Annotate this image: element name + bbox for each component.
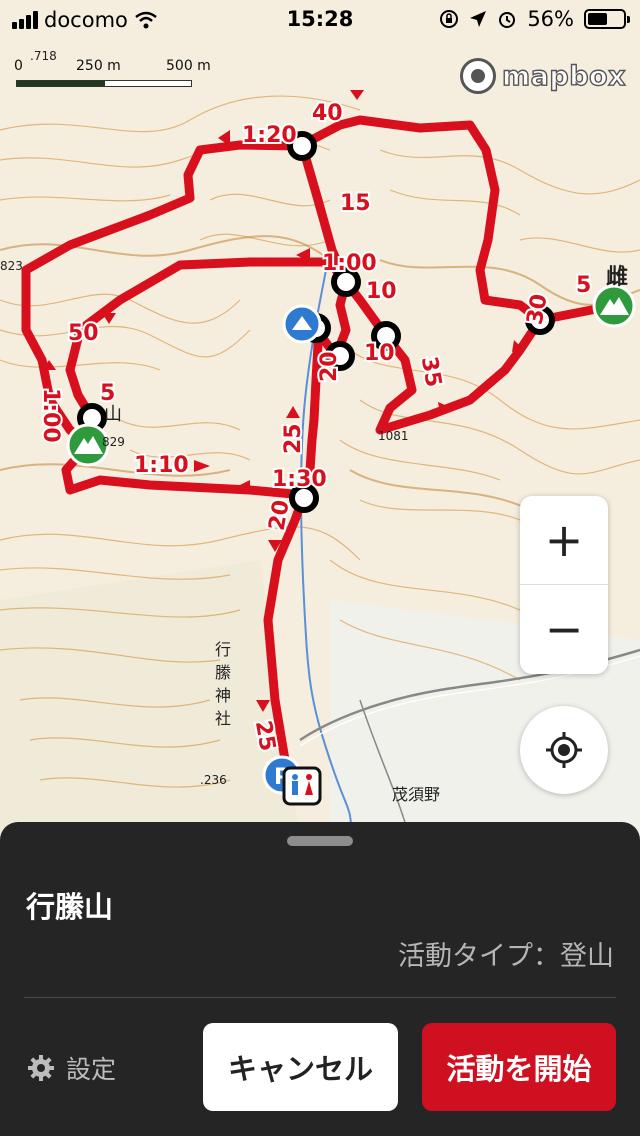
status-icons: 56% — [439, 7, 630, 31]
place-label: 雌 — [606, 264, 628, 290]
battery-percent: 56% — [527, 7, 574, 31]
route-time-label: 25 — [250, 719, 280, 754]
route-time-label: 1:00 — [322, 251, 377, 276]
zoom-control: + − — [520, 496, 608, 674]
route-time-label: 40 — [312, 101, 343, 126]
route-time-label: 50 — [68, 321, 99, 346]
place-label: 行 — [215, 640, 231, 659]
scale-label: 0 — [14, 58, 23, 74]
route-time-label: 1:20 — [242, 123, 297, 148]
mountain-title: 行縢山 — [26, 890, 114, 924]
locate-button[interactable] — [520, 706, 608, 794]
route-time-label: 1:00 — [38, 388, 63, 443]
scale-label: 250 m — [76, 58, 121, 74]
map-scale: 0 250 m 500 m — [14, 58, 214, 92]
status-bar: docomo 15:28 56% — [0, 0, 640, 40]
cancel-button[interactable]: キャンセル — [203, 1023, 398, 1111]
route-time-label: 25 — [281, 423, 306, 454]
zoom-out-button[interactable]: − — [520, 585, 608, 673]
battery-icon — [584, 9, 630, 29]
place-label: 山 — [104, 404, 122, 425]
route-time-label: 20 — [317, 351, 342, 382]
route-time-label: 10 — [366, 279, 397, 304]
route-time-label: 5 — [100, 381, 115, 406]
gear-icon — [28, 1055, 54, 1081]
divider — [24, 997, 616, 998]
hut-icon[interactable] — [282, 304, 322, 344]
location-arrow-icon — [470, 11, 487, 27]
settings-label: 設定 — [66, 1055, 117, 1084]
toilet-icon[interactable] — [282, 766, 322, 806]
activity-type[interactable]: 活動タイプ：登山 — [398, 934, 614, 973]
sheet-grabber[interactable] — [287, 836, 353, 846]
route-time-label: 35 — [416, 355, 446, 390]
place-label: 社 — [215, 709, 231, 728]
route-time-label: 10 — [364, 341, 395, 366]
route-time-label: 1:10 — [134, 453, 189, 478]
mapbox-logo[interactable]: mapbox — [460, 56, 626, 96]
start-activity-button[interactable]: 活動を開始 — [422, 1023, 616, 1111]
alarm-icon — [499, 12, 516, 28]
peak-icon[interactable] — [592, 284, 636, 328]
zoom-in-button[interactable]: + — [520, 496, 608, 584]
scale-bar — [16, 80, 192, 87]
scale-label: 500 m — [166, 58, 211, 74]
route-time-label: 20 — [265, 498, 295, 533]
route-time-label: 5 — [576, 273, 591, 298]
bottom-sheet: 行縢山 活動タイプ：登山 設定 キャンセル 活動を開始 — [0, 822, 640, 1136]
mapbox-icon — [460, 58, 497, 94]
elevation-label: 1081 — [378, 429, 409, 443]
route-time-label: 1:30 — [272, 467, 327, 492]
elevation-label: 829 — [102, 435, 125, 449]
crosshair-icon — [546, 732, 582, 768]
mapbox-wordmark: mapbox — [501, 60, 626, 92]
place-label: 茂須野 — [392, 785, 440, 804]
route-time-label: 30 — [523, 292, 553, 327]
elevation-label: .236 — [200, 773, 227, 787]
place-label: 神 — [215, 686, 231, 705]
settings-button[interactable]: 設定 — [26, 1050, 116, 1086]
route-time-label: 15 — [340, 191, 371, 216]
place-label: 縢 — [215, 663, 231, 682]
rotation-lock-icon — [440, 10, 459, 28]
elevation-label: 823 — [0, 259, 23, 273]
